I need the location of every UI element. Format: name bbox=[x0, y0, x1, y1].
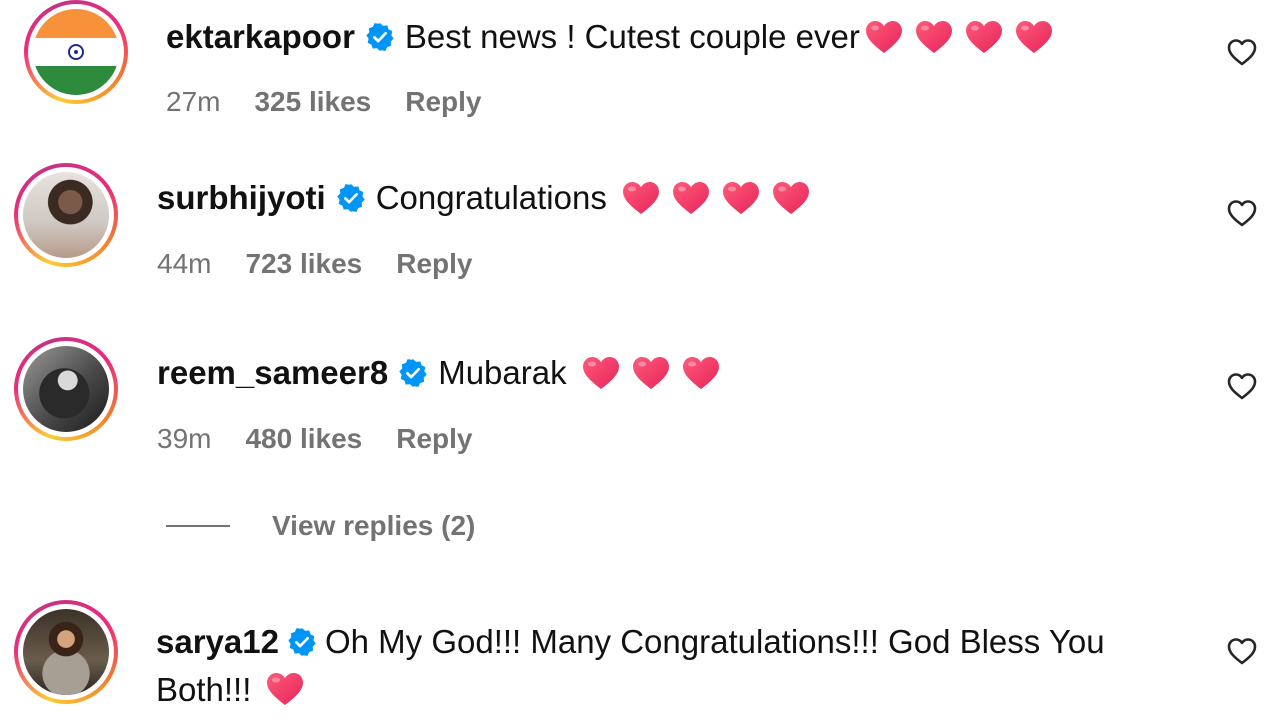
comments-list: ektarkapoor Best news ! Cutest couple ev… bbox=[0, 0, 1280, 720]
verified-badge-icon bbox=[287, 627, 317, 657]
red-heart-emoji bbox=[914, 19, 954, 55]
like-heart-icon[interactable] bbox=[1226, 635, 1258, 667]
view-replies-label: View replies (2) bbox=[272, 510, 476, 541]
comment-username[interactable]: surbhijyoti bbox=[157, 178, 326, 218]
profile-photo bbox=[23, 609, 109, 695]
reply-button[interactable]: Reply bbox=[396, 248, 472, 280]
comment-likes[interactable]: 325 likes bbox=[254, 86, 371, 118]
comment-username[interactable]: ektarkapoor bbox=[166, 17, 355, 57]
red-heart-emoji bbox=[1014, 19, 1054, 55]
red-heart-emoji bbox=[265, 671, 305, 707]
comment-time: 44m bbox=[157, 248, 212, 279]
comment-text: Best news ! Cutest couple ever bbox=[404, 18, 860, 55]
red-heart-emoji bbox=[671, 180, 711, 216]
red-heart-emoji bbox=[721, 180, 761, 216]
reply-button[interactable]: Reply bbox=[396, 423, 472, 455]
view-replies-button[interactable]: View replies (2) bbox=[166, 510, 475, 542]
avatar[interactable] bbox=[14, 163, 118, 267]
profile-photo bbox=[23, 172, 109, 258]
red-heart-emoji bbox=[964, 19, 1004, 55]
replies-divider bbox=[166, 525, 230, 527]
red-heart-emoji bbox=[631, 355, 671, 391]
like-heart-icon[interactable] bbox=[1226, 36, 1258, 68]
comment-likes[interactable]: 480 likes bbox=[245, 423, 362, 455]
avatar[interactable] bbox=[14, 337, 118, 441]
comment-username[interactable]: sarya12 bbox=[156, 623, 279, 660]
comment-text: Mubarak bbox=[438, 354, 567, 391]
comment-likes[interactable]: 723 likes bbox=[245, 248, 362, 280]
like-heart-icon[interactable] bbox=[1226, 370, 1258, 402]
avatar[interactable] bbox=[24, 0, 128, 104]
comment-time: 39m bbox=[157, 423, 212, 454]
comment-text: Congratulations bbox=[375, 179, 607, 216]
verified-badge-icon bbox=[398, 358, 428, 388]
red-heart-emoji bbox=[681, 355, 721, 391]
red-heart-emoji bbox=[771, 180, 811, 216]
verified-badge-icon bbox=[365, 22, 395, 52]
red-heart-emoji bbox=[864, 19, 904, 55]
red-heart-emoji bbox=[581, 355, 621, 391]
reply-button[interactable]: Reply bbox=[405, 86, 481, 118]
comment-time: 27m bbox=[166, 86, 221, 117]
profile-photo bbox=[23, 346, 109, 432]
red-heart-emoji bbox=[621, 180, 661, 216]
avatar[interactable] bbox=[14, 600, 118, 704]
india-flag-avatar bbox=[33, 9, 119, 95]
like-heart-icon[interactable] bbox=[1226, 197, 1258, 229]
comment-username[interactable]: reem_sameer8 bbox=[157, 353, 388, 393]
verified-badge-icon bbox=[336, 183, 366, 213]
